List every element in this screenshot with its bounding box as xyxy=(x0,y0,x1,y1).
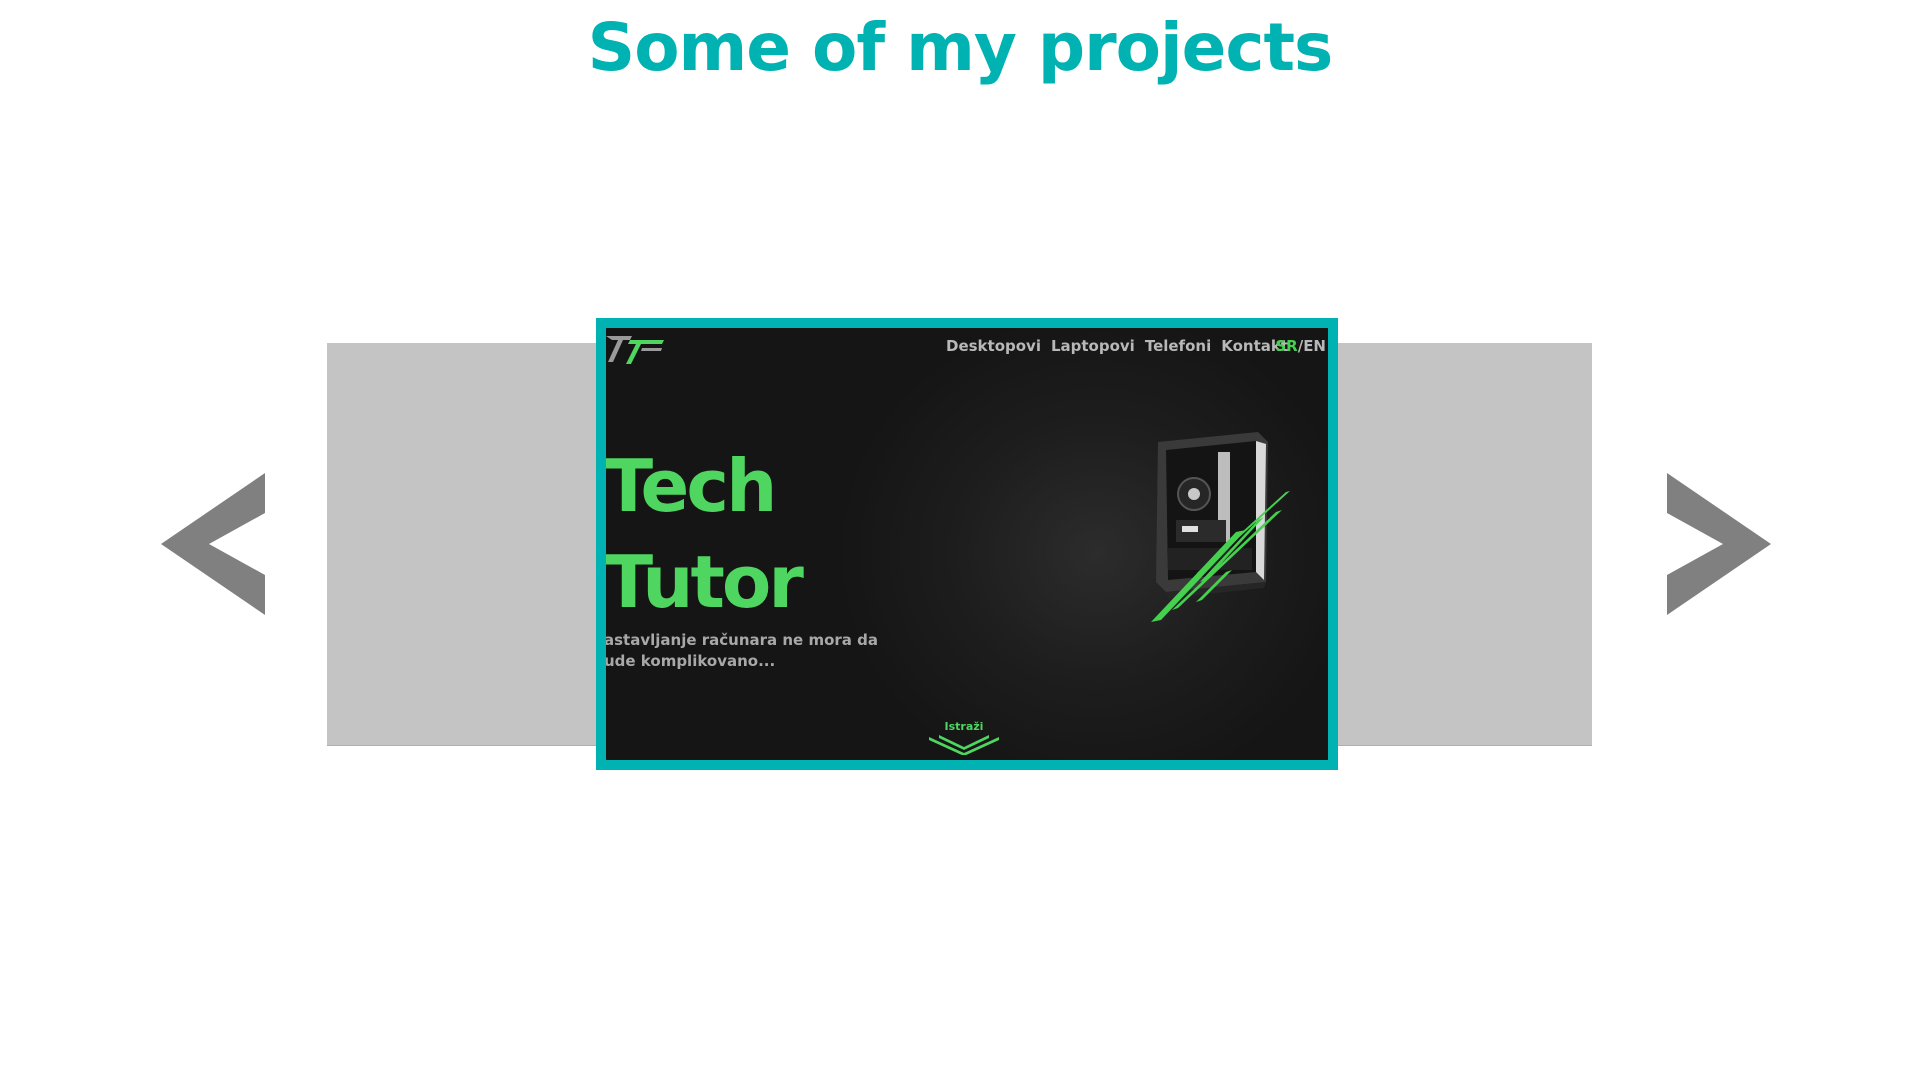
projects-section: Some of my projects Desktopovi Laptopovi… xyxy=(0,0,1920,1080)
preview-nav-item: Desktopovi xyxy=(946,337,1041,355)
previous-project-slide[interactable] xyxy=(327,343,627,746)
preview-title-line: Tutor xyxy=(606,540,804,624)
chevron-down-icon xyxy=(929,735,999,755)
section-title: Some of my projects xyxy=(587,9,1334,86)
preview-hero-title: Tech Tutor xyxy=(606,438,804,630)
preview-subtitle-line: ude komplikovano... xyxy=(606,652,776,670)
preview-explore-label: Istraži xyxy=(944,720,984,733)
preview-nav-item: Telefoni xyxy=(1144,337,1212,355)
preview-subtitle-line: astavljanje računara ne mora da xyxy=(606,631,878,649)
tt-logo-icon xyxy=(606,336,664,364)
preview-lang-other: EN xyxy=(1303,337,1326,355)
pc-case-icon xyxy=(1151,432,1290,622)
preview-lang-active: SR xyxy=(1275,337,1298,355)
preview-subtitle: astavljanje računara ne mora da ude komp… xyxy=(606,630,884,672)
chevron-right-icon xyxy=(1667,473,1771,615)
active-project-slide[interactable]: Desktopovi Laptopovi Telefoni Kontakt SR… xyxy=(596,318,1338,770)
chevron-left-icon xyxy=(161,473,265,615)
preview-language-switch: SR/EN xyxy=(1275,337,1326,355)
preview-explore-button: Istraži xyxy=(926,720,1002,755)
preview-title-line: Tech xyxy=(606,444,777,528)
carousel-prev-button[interactable] xyxy=(161,473,265,615)
preview-nav-item: Laptopovi xyxy=(1050,337,1135,355)
preview-nav: Desktopovi Laptopovi Telefoni Kontakt xyxy=(946,337,1288,355)
carousel-next-button[interactable] xyxy=(1667,473,1771,615)
project-screenshot: Desktopovi Laptopovi Telefoni Kontakt SR… xyxy=(606,328,1328,760)
